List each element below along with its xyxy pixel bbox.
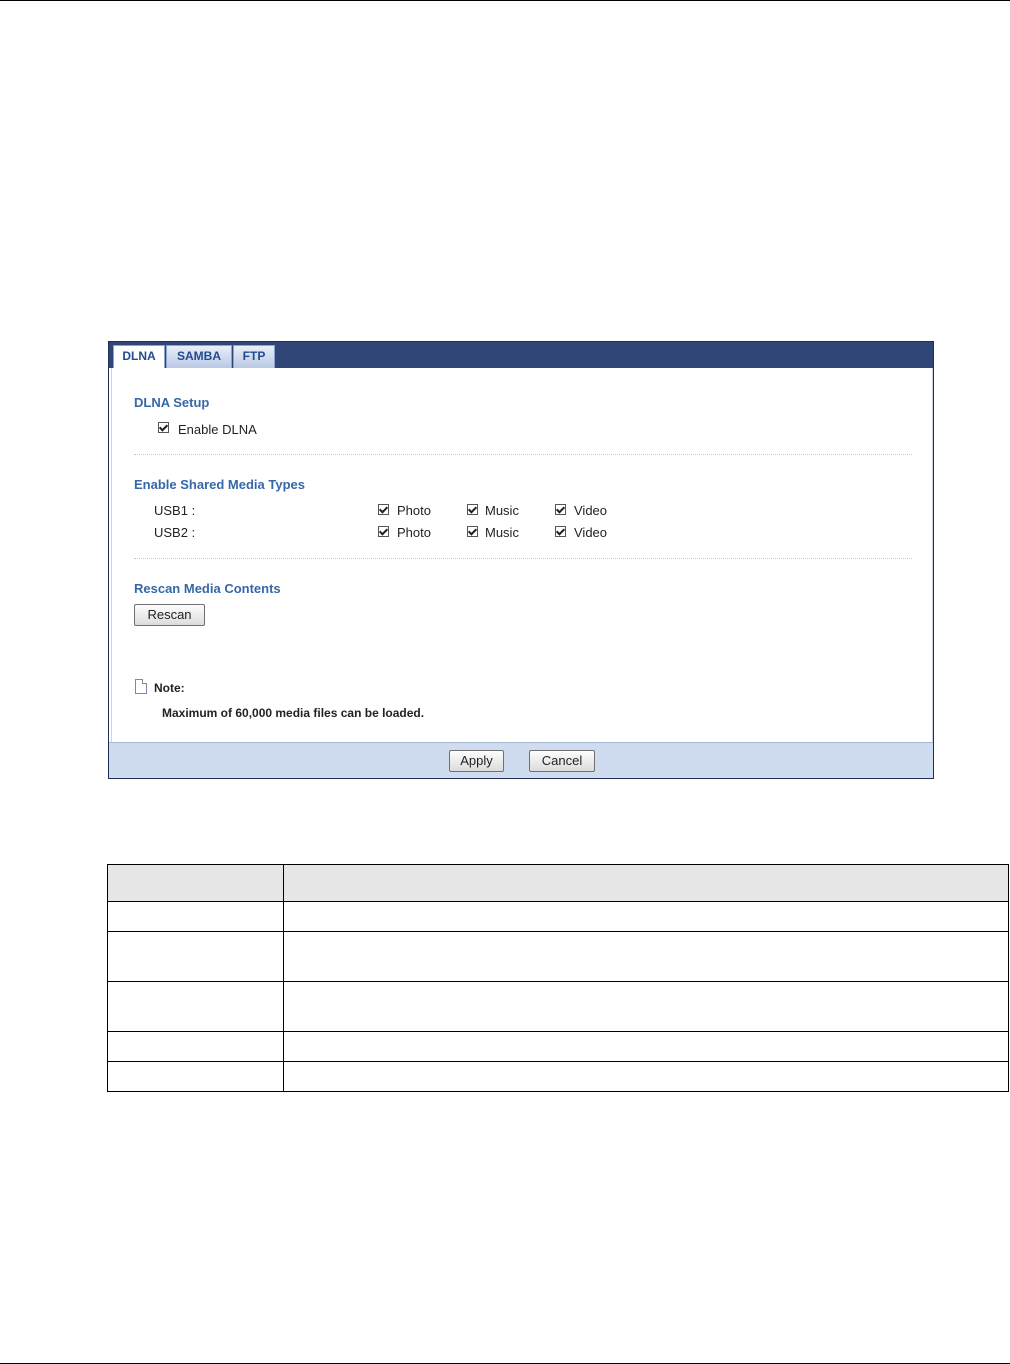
dlna-setup-title: DLNA Setup bbox=[134, 395, 210, 410]
tab-dlna[interactable]: DLNA bbox=[113, 345, 165, 369]
table-cell bbox=[283, 1061, 1009, 1092]
table-cell bbox=[283, 901, 1009, 932]
usb1-label: USB1 : bbox=[154, 503, 196, 518]
dlna-settings-panel: DLNA SAMBA FTP DLNA Setup Enable DLNA En… bbox=[108, 341, 934, 779]
enable-dlna-checkbox[interactable] bbox=[158, 422, 169, 433]
usb1-video-checkbox[interactable] bbox=[555, 504, 566, 515]
table-header-cell bbox=[107, 864, 284, 902]
table-row bbox=[107, 1031, 1009, 1062]
tab-bar: DLNA SAMBA FTP bbox=[109, 342, 933, 369]
page-top-rule bbox=[0, 0, 1010, 1]
table-cell bbox=[283, 931, 1009, 982]
rescan-button[interactable]: Rescan bbox=[134, 604, 205, 626]
usb1-photo-checkbox[interactable] bbox=[378, 504, 389, 515]
table-header-cell bbox=[283, 864, 1009, 902]
table-cell bbox=[283, 1031, 1009, 1062]
note-icon bbox=[135, 679, 147, 694]
usb2-music-checkbox[interactable] bbox=[467, 526, 478, 537]
panel-content: DLNA Setup Enable DLNA Enable Shared Med… bbox=[111, 368, 933, 742]
section-divider bbox=[134, 558, 912, 559]
cancel-button[interactable]: Cancel bbox=[529, 750, 595, 772]
usb1-photo-label: Photo bbox=[397, 503, 431, 518]
note-title: Note: bbox=[154, 681, 185, 695]
usb2-label: USB2 : bbox=[154, 525, 196, 540]
apply-button[interactable]: Apply bbox=[449, 750, 504, 772]
media-types-title: Enable Shared Media Types bbox=[134, 477, 305, 492]
table-cell bbox=[107, 1061, 284, 1092]
rescan-title: Rescan Media Contents bbox=[134, 581, 281, 596]
usb2-photo-label: Photo bbox=[397, 525, 431, 540]
panel-footer: Apply Cancel bbox=[109, 742, 933, 778]
usb2-video-label: Video bbox=[574, 525, 608, 540]
table-header-row bbox=[107, 864, 1009, 902]
section-divider bbox=[134, 454, 912, 455]
table-row bbox=[107, 981, 1009, 1032]
usb1-music-checkbox[interactable] bbox=[467, 504, 478, 515]
tab-samba[interactable]: SAMBA bbox=[166, 345, 232, 368]
table-cell bbox=[107, 901, 284, 932]
table-cell bbox=[107, 1031, 284, 1062]
note-text: Maximum of 60,000 media files can be loa… bbox=[162, 706, 425, 720]
table-row bbox=[107, 931, 1009, 982]
tab-ftp[interactable]: FTP bbox=[233, 345, 275, 368]
table-cell bbox=[107, 931, 284, 982]
usb2-music-label: Music bbox=[485, 525, 519, 540]
usb1-video-label: Video bbox=[574, 503, 608, 518]
table-row bbox=[107, 1061, 1009, 1092]
table-row bbox=[107, 901, 1009, 932]
enable-dlna-label: Enable DLNA bbox=[178, 422, 257, 437]
description-table bbox=[107, 864, 1009, 1092]
usb2-video-checkbox[interactable] bbox=[555, 526, 566, 537]
table-cell bbox=[107, 981, 284, 1032]
usb2-photo-checkbox[interactable] bbox=[378, 526, 389, 537]
table-cell bbox=[283, 981, 1009, 1032]
usb1-music-label: Music bbox=[485, 503, 519, 518]
